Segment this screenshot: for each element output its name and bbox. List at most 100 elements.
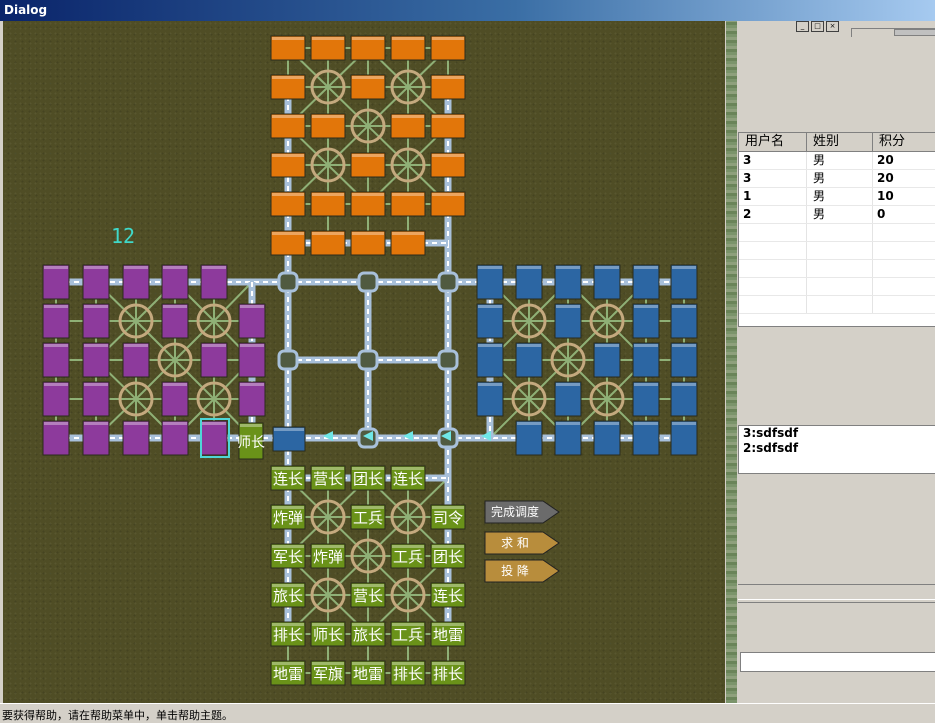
minimize-icon[interactable]: _	[796, 21, 809, 32]
station-node[interactable]	[437, 271, 459, 293]
west-piece[interactable]	[161, 420, 189, 456]
west-piece[interactable]	[42, 303, 70, 339]
east-piece-shine	[595, 422, 619, 425]
west-piece[interactable]	[82, 381, 110, 417]
east-piece[interactable]	[476, 381, 504, 417]
east-piece[interactable]	[515, 264, 543, 300]
east-piece[interactable]	[632, 264, 660, 300]
east-piece[interactable]	[632, 381, 660, 417]
east-piece[interactable]	[670, 303, 698, 339]
west-piece[interactable]	[238, 303, 266, 339]
west-piece[interactable]	[122, 264, 150, 300]
east-piece[interactable]	[670, 342, 698, 378]
south-piece-label: 工兵	[393, 626, 423, 644]
station-node[interactable]	[357, 349, 379, 371]
cell-username: 3	[739, 152, 807, 169]
table-row[interactable]: 3 男 20	[739, 170, 935, 188]
east-piece[interactable]	[593, 342, 621, 378]
station-node[interactable]	[357, 271, 379, 293]
west-piece[interactable]	[122, 420, 150, 456]
table-row[interactable]: 3 男 20	[739, 152, 935, 170]
west-piece[interactable]	[161, 264, 189, 300]
west-piece-shine	[202, 266, 226, 269]
maximize-icon[interactable]: □	[811, 21, 824, 32]
header-score[interactable]: 积分	[873, 133, 935, 151]
east-piece[interactable]	[554, 303, 582, 339]
west-piece[interactable]	[82, 264, 110, 300]
east-piece-shine	[478, 266, 502, 269]
west-piece[interactable]	[82, 342, 110, 378]
east-piece-shine	[517, 266, 541, 269]
close-icon[interactable]: ×	[826, 21, 839, 32]
draw-button-label: 求 和	[501, 536, 529, 550]
moving-piece-shine	[274, 428, 304, 431]
west-piece-shine	[84, 383, 108, 386]
station-node[interactable]	[277, 271, 299, 293]
south-piece-label: 炸弹	[313, 548, 343, 566]
east-piece[interactable]	[476, 264, 504, 300]
east-piece[interactable]	[670, 264, 698, 300]
west-piece[interactable]	[238, 342, 266, 378]
west-piece[interactable]	[200, 420, 228, 456]
station-node[interactable]	[277, 349, 299, 371]
east-piece[interactable]	[515, 420, 543, 456]
west-piece[interactable]	[42, 342, 70, 378]
east-piece-shine	[634, 305, 658, 308]
west-piece[interactable]	[42, 264, 70, 300]
board-canvas[interactable]: 连长 营长 团长 连长炸弹 工兵 司令军长 炸弹 工兵 团长旅长 营长 连长排长 师长 旅长 工兵 地雷地雷…	[3, 21, 725, 703]
cell-gender: 男	[807, 188, 873, 205]
west-piece-shine	[124, 266, 148, 269]
south-piece-label: 司令	[433, 509, 463, 527]
chat-line: 3:sdfsdf	[743, 426, 799, 440]
chat-input[interactable]	[740, 652, 935, 672]
south-piece-label: 地雷	[353, 665, 383, 683]
east-piece[interactable]	[476, 303, 504, 339]
east-piece[interactable]	[593, 420, 621, 456]
west-piece[interactable]	[200, 264, 228, 300]
west-piece[interactable]	[82, 420, 110, 456]
west-piece-shine	[44, 422, 68, 425]
table-row[interactable]: 1 男 10	[739, 188, 935, 206]
east-piece[interactable]	[554, 381, 582, 417]
east-piece[interactable]	[515, 342, 543, 378]
header-username[interactable]: 用户名	[739, 133, 807, 151]
north-piece-shine	[272, 76, 304, 79]
east-piece[interactable]	[593, 264, 621, 300]
west-piece[interactable]	[122, 342, 150, 378]
east-piece-shine	[595, 266, 619, 269]
cell-gender: 男	[807, 170, 873, 187]
header-gender[interactable]: 姓别	[807, 133, 873, 151]
east-piece-shine	[478, 383, 502, 386]
west-piece[interactable]	[200, 342, 228, 378]
game-board[interactable]: 连长 营长 团长 连长 炸弹 工兵 司令 军长 炸弹 工兵 团长 旅长 营长 连长 排长 师长 旅长 工兵 地雷 地雷…	[3, 21, 725, 703]
west-piece-shine	[202, 344, 226, 347]
west-piece[interactable]	[238, 381, 266, 417]
station-node[interactable]	[437, 349, 459, 371]
east-piece-shine	[478, 305, 502, 308]
west-piece[interactable]	[161, 303, 189, 339]
mini-window-controls: _ □ ×	[796, 21, 839, 32]
chat-scrollbar[interactable]	[738, 584, 935, 600]
west-piece[interactable]	[82, 303, 110, 339]
north-piece-shine	[392, 115, 424, 118]
east-piece[interactable]	[476, 342, 504, 378]
west-piece-shine	[84, 422, 108, 425]
east-piece-shine	[634, 383, 658, 386]
west-piece[interactable]	[42, 381, 70, 417]
east-piece[interactable]	[632, 420, 660, 456]
table-row[interactable]: 2男0	[739, 206, 935, 224]
east-piece[interactable]	[632, 342, 660, 378]
top-scrollbar[interactable]	[851, 28, 935, 37]
north-piece-shine	[392, 193, 424, 196]
east-piece-shine	[556, 266, 580, 269]
east-piece[interactable]	[632, 303, 660, 339]
east-piece[interactable]	[554, 420, 582, 456]
west-piece[interactable]	[42, 420, 70, 456]
west-piece[interactable]	[161, 381, 189, 417]
east-piece[interactable]	[670, 420, 698, 456]
panel-splitter[interactable]	[726, 21, 737, 703]
east-piece[interactable]	[670, 381, 698, 417]
east-piece[interactable]	[554, 264, 582, 300]
east-piece-shine	[556, 422, 580, 425]
surrender-button-label: 投 降	[501, 563, 529, 578]
